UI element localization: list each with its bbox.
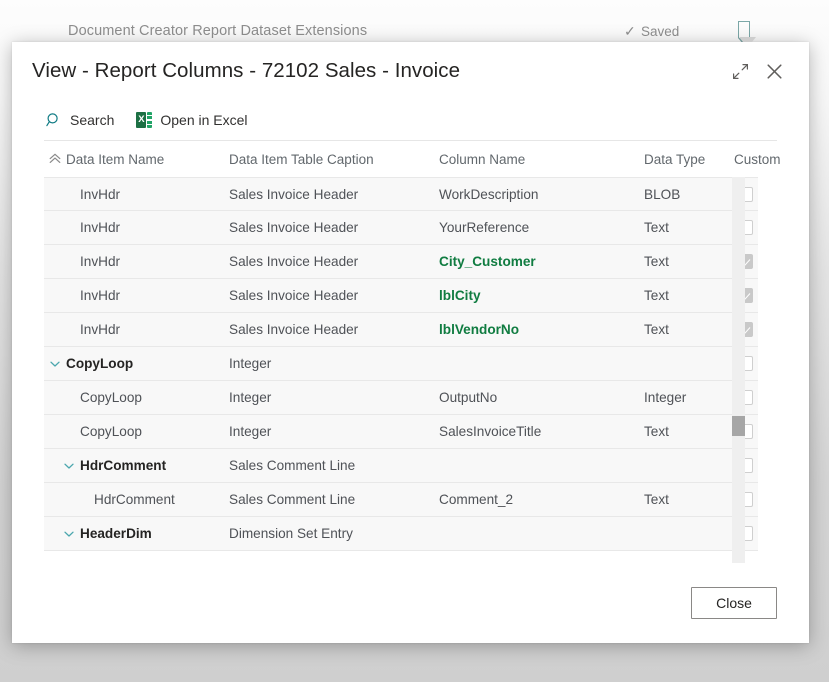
table-row[interactable]: InvHdr Sales Invoice Header City_Customer T… bbox=[44, 245, 758, 279]
cell-data-item-name: InvHdr bbox=[44, 288, 229, 303]
cell-text: HdrComment bbox=[80, 458, 167, 473]
cell-data-item-name: HdrComment bbox=[44, 492, 229, 507]
table-row[interactable]: HdrComment Sales Comment Line bbox=[44, 449, 758, 483]
cell-data-type: Text bbox=[644, 424, 669, 439]
cell-data-item-name: HeaderDim bbox=[44, 526, 229, 541]
cell-data-type: Text bbox=[644, 322, 669, 337]
cell-column-name: WorkDescription bbox=[439, 186, 539, 202]
cell-data-type: BLOB bbox=[644, 186, 681, 202]
chevron-down-icon[interactable] bbox=[58, 527, 80, 541]
cell-data-item-name: CopyLoop bbox=[44, 390, 229, 405]
column-header-custom[interactable]: Custom bbox=[734, 152, 800, 167]
grid-header-row: Data Item Name Data Item Table Caption C… bbox=[44, 141, 781, 177]
table-row[interactable]: CopyLoop Integer SalesInvoiceTitle Text bbox=[44, 415, 758, 449]
check-icon: ✓ bbox=[624, 23, 636, 39]
cell-data-item-table-caption: Integer bbox=[229, 356, 272, 371]
saved-status-label: Saved bbox=[641, 24, 680, 39]
cell-column-name: OutputNo bbox=[439, 390, 498, 405]
cell-text: InvHdr bbox=[80, 186, 121, 202]
cell-data-type: Text bbox=[644, 220, 669, 235]
cell-data-item-table-caption: Sales Invoice Header bbox=[229, 322, 359, 337]
cell-data-item-name: HdrComment bbox=[44, 458, 229, 473]
column-header-label: Data Item Table Caption bbox=[229, 151, 374, 167]
column-header-data-item-table-caption[interactable]: Data Item Table Caption bbox=[229, 152, 439, 167]
cell-text: InvHdr bbox=[80, 254, 121, 269]
cell-data-item-table-caption: Integer bbox=[229, 424, 272, 439]
dialog-titlebar: View - Report Columns - 72102 Sales - In… bbox=[12, 42, 809, 100]
cell-data-type: Integer bbox=[644, 390, 687, 405]
cell-column-name: SalesInvoiceTitle bbox=[439, 424, 542, 439]
open-in-excel-button[interactable]: X Open in Excel bbox=[134, 106, 257, 134]
search-button-label: Search bbox=[70, 112, 115, 128]
column-header-label: Column Name bbox=[439, 151, 526, 167]
cell-data-item-name: CopyLoop bbox=[44, 424, 229, 439]
cell-data-type: Text bbox=[644, 492, 669, 507]
vertical-scrollbar-thumb[interactable] bbox=[732, 416, 745, 436]
cell-data-item-name: InvHdr bbox=[44, 322, 229, 337]
cell-data-item-table-caption: Sales Invoice Header bbox=[229, 288, 359, 303]
cell-data-item-table-caption: Dimension Set Entry bbox=[229, 526, 353, 541]
excel-icon: X bbox=[136, 112, 153, 128]
report-columns-grid-wrapper: Data Item Name Data Item Table Caption C… bbox=[12, 141, 809, 563]
cell-data-type: Text bbox=[644, 288, 669, 303]
cell-data-item-name: InvHdr bbox=[44, 220, 229, 235]
table-row[interactable]: CopyLoop Integer OutputNo Integer bbox=[44, 381, 758, 415]
close-button[interactable]: Close bbox=[691, 587, 777, 619]
grid-body: InvHdr Sales Invoice Header WorkDescriptio… bbox=[44, 177, 777, 563]
column-header-data-item-name[interactable]: Data Item Name bbox=[44, 152, 229, 167]
cell-column-name: City_Customer bbox=[439, 254, 536, 269]
cell-text: HdrComment bbox=[94, 492, 175, 507]
bookmark-icon[interactable] bbox=[737, 21, 757, 45]
cell-data-item-table-caption: Integer bbox=[229, 390, 272, 405]
cell-data-type: Text bbox=[644, 254, 669, 269]
cell-text: CopyLoop bbox=[66, 356, 134, 371]
cell-data-item-table-caption: Sales Comment Line bbox=[229, 458, 356, 473]
cell-column-name: lblVendorNo bbox=[439, 322, 520, 337]
cell-data-item-name: CopyLoop bbox=[44, 356, 229, 371]
cell-text: InvHdr bbox=[80, 288, 121, 303]
open-in-excel-label: Open in Excel bbox=[160, 112, 248, 128]
page-title: View - Report Columns - 72102 Sales - In… bbox=[32, 59, 461, 82]
search-icon bbox=[46, 112, 62, 128]
chevron-down-icon[interactable] bbox=[58, 459, 80, 473]
dialog-footer: Close bbox=[12, 563, 809, 643]
table-row[interactable]: HdrComment Sales Comment Line Comment_2 Tex… bbox=[44, 483, 758, 517]
cell-text: CopyLoop bbox=[80, 390, 142, 405]
report-columns-grid: Data Item Name Data Item Table Caption C… bbox=[44, 141, 781, 563]
table-row[interactable]: InvHdr Sales Invoice Header WorkDescriptio… bbox=[44, 177, 758, 211]
column-header-column-name[interactable]: Column Name bbox=[439, 152, 644, 167]
view-report-columns-dialog: View - Report Columns - 72102 Sales - In… bbox=[12, 42, 809, 643]
expand-diagonal-icon[interactable] bbox=[723, 54, 757, 88]
cell-data-item-name: InvHdr bbox=[44, 187, 229, 202]
table-row[interactable]: InvHdr Sales Invoice Header YourReference T… bbox=[44, 211, 758, 245]
chevron-up-icon[interactable] bbox=[44, 152, 66, 166]
cell-text: CopyLoop bbox=[80, 424, 142, 439]
column-header-label: Data Type bbox=[644, 151, 706, 167]
table-row[interactable]: CopyLoop Integer bbox=[44, 347, 758, 381]
table-row[interactable]: HeaderDim Dimension Set Entry bbox=[44, 517, 758, 551]
column-header-data-type[interactable]: Data Type bbox=[644, 152, 734, 167]
cell-data-item-table-caption: Sales Invoice Header bbox=[229, 186, 359, 202]
cell-data-item-table-caption: Sales Invoice Header bbox=[229, 220, 359, 235]
cell-data-item-name: InvHdr bbox=[44, 254, 229, 269]
close-x-icon[interactable] bbox=[757, 54, 791, 88]
table-row[interactable]: InvHdr Sales Invoice Header lblVendorNo Tex… bbox=[44, 313, 758, 347]
vertical-scrollbar[interactable] bbox=[732, 177, 745, 563]
cell-text: InvHdr bbox=[80, 220, 121, 235]
command-bar: Search X Open in Excel bbox=[12, 100, 809, 140]
column-header-label: Custom bbox=[734, 151, 781, 167]
cell-data-item-table-caption: Sales Comment Line bbox=[229, 492, 356, 507]
cell-data-item-table-caption: Sales Invoice Header bbox=[229, 254, 359, 269]
table-row[interactable]: InvHdr Sales Invoice Header lblCity Text bbox=[44, 279, 758, 313]
cell-column-name: lblCity bbox=[439, 288, 481, 303]
cell-text: HeaderDim bbox=[80, 526, 152, 541]
chevron-down-icon[interactable] bbox=[44, 357, 66, 371]
column-header-label: Data Item Name bbox=[66, 151, 165, 167]
cell-column-name: YourReference bbox=[439, 220, 530, 235]
cell-column-name: Comment_2 bbox=[439, 492, 514, 507]
breadcrumb[interactable]: Document Creator Report Dataset Extensio… bbox=[68, 23, 367, 39]
search-button[interactable]: Search bbox=[44, 106, 124, 134]
cell-text: InvHdr bbox=[80, 322, 121, 337]
